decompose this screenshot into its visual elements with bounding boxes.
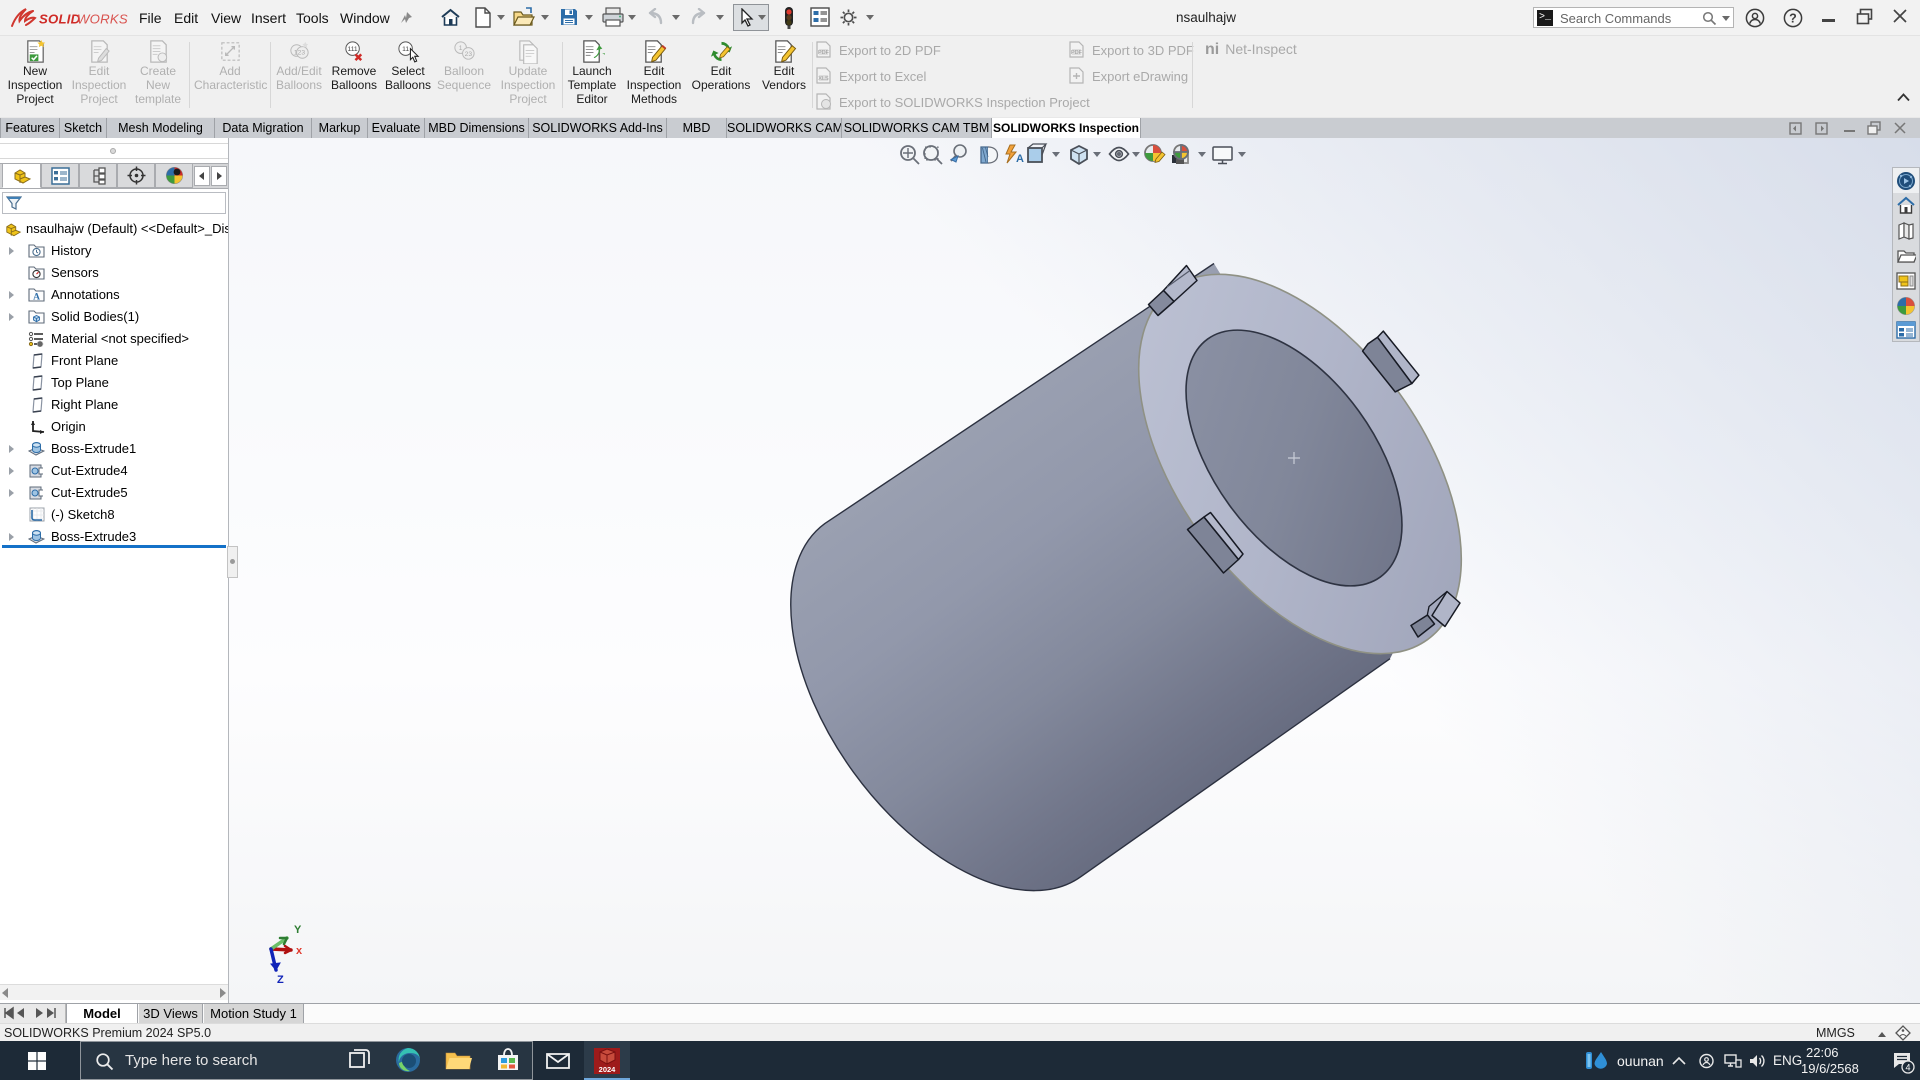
svg-text:A: A bbox=[33, 293, 40, 303]
svg-text:Y: Y bbox=[294, 924, 302, 936]
svg-text:123: 123 bbox=[293, 49, 304, 56]
svg-text:A: A bbox=[1016, 153, 1024, 165]
svg-text:23: 23 bbox=[464, 51, 472, 58]
svg-text:XLS: XLS bbox=[818, 76, 829, 82]
svg-text:Z: Z bbox=[277, 974, 284, 986]
svg-text:PDF: PDF bbox=[1071, 50, 1083, 56]
svg-text:SOLID: SOLID bbox=[39, 12, 81, 27]
svg-text:1: 1 bbox=[458, 45, 462, 52]
svg-text:PDF: PDF bbox=[818, 50, 830, 56]
svg-text:WORKS: WORKS bbox=[77, 12, 128, 27]
svg-text:2024: 2024 bbox=[599, 1065, 617, 1074]
svg-text:?: ? bbox=[1789, 12, 1797, 26]
svg-text:x: x bbox=[296, 945, 303, 957]
svg-text:11: 11 bbox=[402, 46, 409, 53]
svg-text:4: 4 bbox=[1905, 1063, 1910, 1073]
svg-text:111: 111 bbox=[347, 46, 357, 53]
